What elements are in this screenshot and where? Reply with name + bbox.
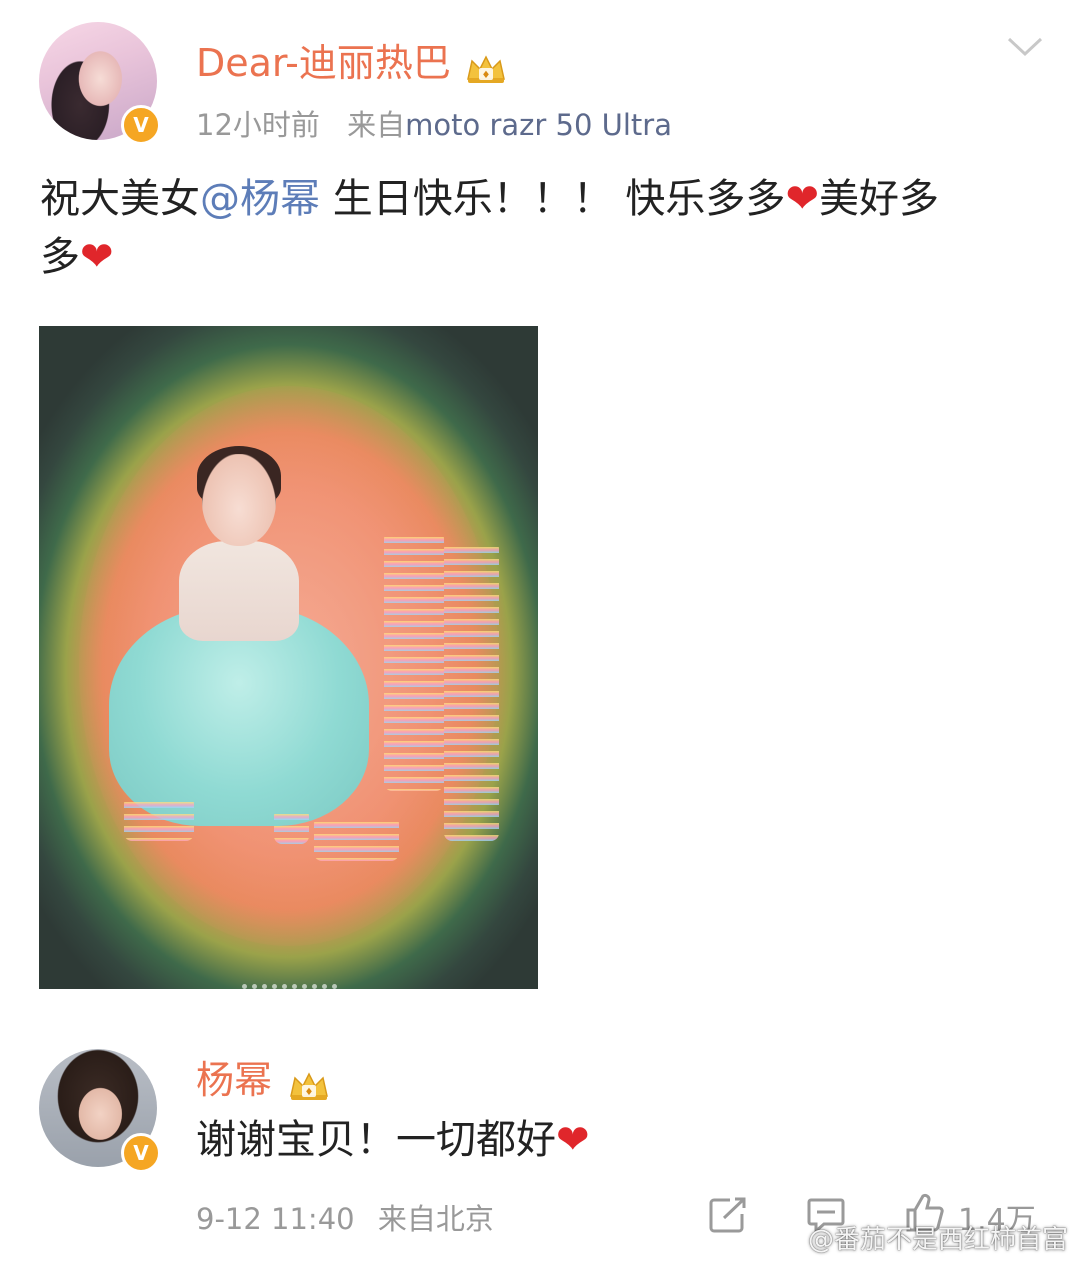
post-photo[interactable] — [39, 326, 538, 989]
post-time: 12小时前 — [196, 108, 320, 142]
svg-text:♦: ♦ — [481, 70, 490, 81]
post-text: 祝大美女@杨幂 生日快乐！！！ 快乐多多❤美好多 多❤ — [40, 170, 1040, 286]
photo-spring-5 — [314, 816, 399, 861]
photo-spring-1 — [384, 531, 444, 791]
comment-body: 谢谢宝贝！一切都好 — [196, 1117, 556, 1163]
post-text-part1: 祝大美女 — [40, 176, 200, 222]
watermark: @番茄不是西红柿首富 — [807, 1225, 1068, 1255]
crown-icon: ♦ — [467, 54, 505, 83]
chevron-down-icon[interactable] — [1006, 36, 1044, 58]
comment-author-row: 杨幂 ♦ — [196, 1057, 331, 1103]
post-author-row: Dear-迪丽热巴 ♦ — [196, 40, 508, 86]
post-text-part3: 美好多 — [818, 176, 939, 222]
post-source-device[interactable]: moto razr 50 Ultra — [405, 108, 672, 142]
comment-meta: 9-12 11:40 来自北京 — [196, 1196, 494, 1238]
repost-icon[interactable] — [708, 1196, 748, 1234]
photo-torso — [179, 541, 299, 641]
mention-link[interactable]: @杨幂 — [200, 176, 320, 222]
heart-emoji-1: ❤ — [785, 176, 819, 222]
verified-badge-icon: V — [121, 1133, 161, 1173]
verified-badge-icon: V — [121, 105, 161, 145]
heart-emoji-3: ❤ — [556, 1117, 590, 1163]
photo-spring-4 — [274, 808, 309, 844]
comment-location: 来自北京 — [377, 1202, 494, 1236]
post-author-name[interactable]: Dear-迪丽热巴 — [196, 41, 451, 85]
post-text-part2: 生日快乐！！！ 快乐多多 — [320, 176, 786, 222]
post-meta: 12小时前 来自moto razr 50 Ultra — [196, 102, 672, 144]
photo-spring-2 — [444, 541, 499, 841]
crown-icon: ♦ — [290, 1071, 329, 1100]
photo-face — [202, 454, 276, 546]
comment-author-name[interactable]: 杨幂 — [196, 1058, 272, 1102]
heart-emoji-2: ❤ — [80, 234, 114, 280]
photo-page-dots — [242, 974, 342, 989]
post-source-prefix: 来自 — [347, 108, 406, 142]
comment-text: 谢谢宝贝！一切都好❤ — [196, 1112, 590, 1168]
comment-date: 9-12 11:40 — [196, 1202, 355, 1236]
svg-text:♦: ♦ — [305, 1087, 314, 1098]
post-text-part4: 多 — [40, 234, 80, 280]
photo-spring-3 — [124, 796, 194, 841]
